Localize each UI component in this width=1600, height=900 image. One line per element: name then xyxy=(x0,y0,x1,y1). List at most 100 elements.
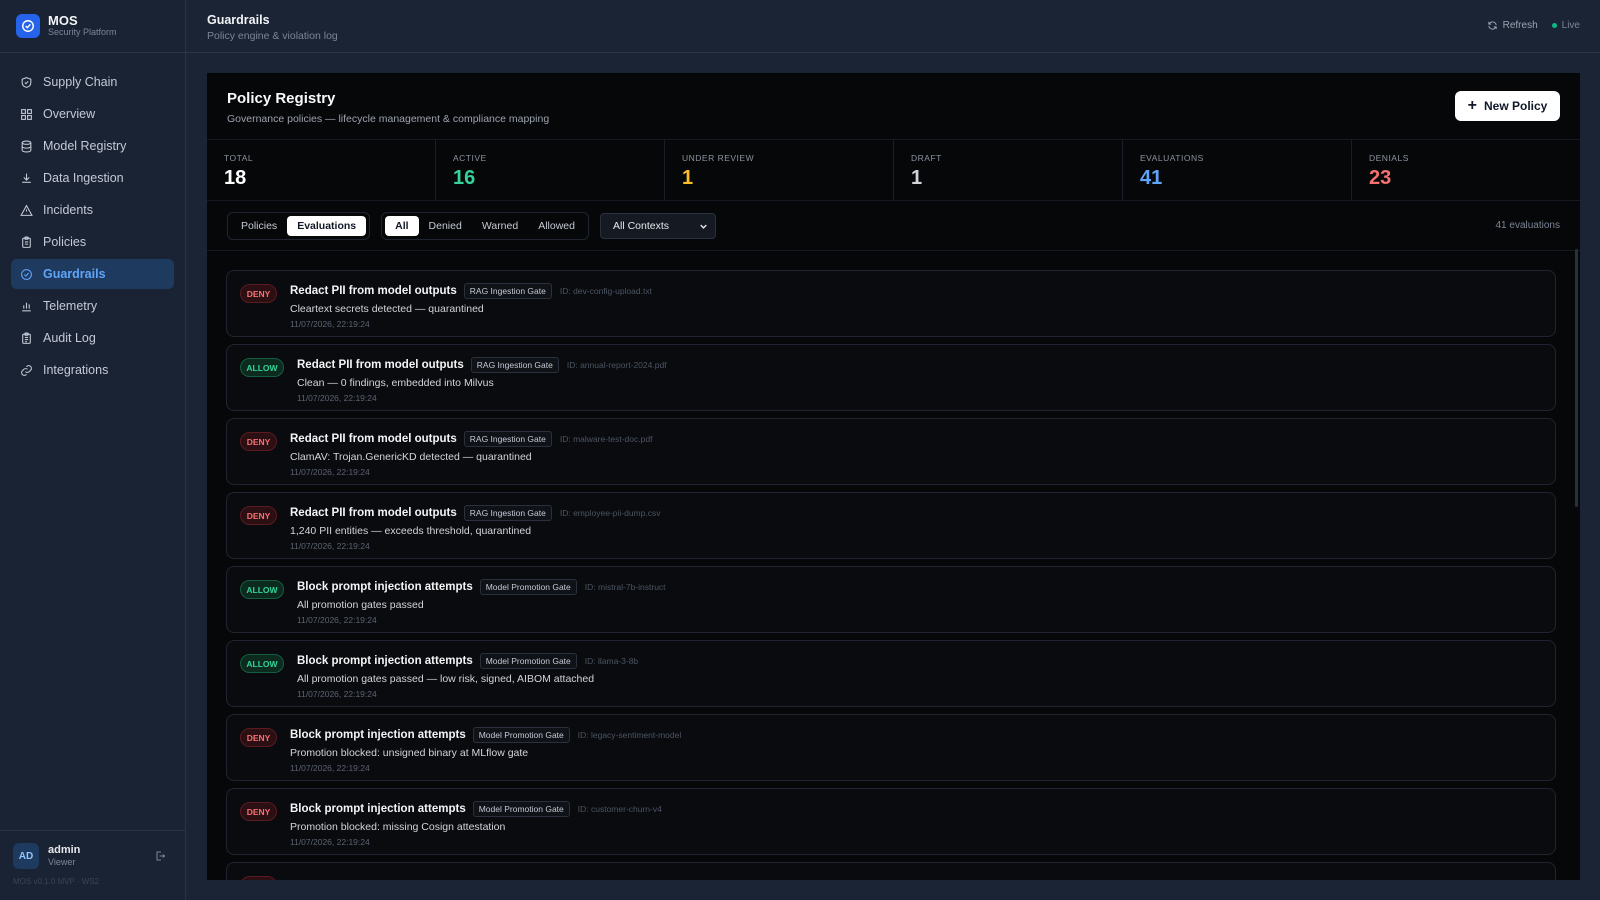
sidebar-item-label: Audit Log xyxy=(43,331,96,345)
stat-label: EVALUATIONS xyxy=(1140,153,1204,163)
alert-triangle-icon xyxy=(20,204,33,216)
evaluation-timestamp: 11/07/2026, 22:19:24 xyxy=(290,763,370,773)
sidebar: MOS Security Platform Supply Chain Overv… xyxy=(0,0,186,900)
stat-label: ACTIVE xyxy=(453,153,487,163)
stat-value: 1 xyxy=(911,167,923,189)
stat-value: 18 xyxy=(224,167,247,189)
evaluation-card[interactable]: ALLOW Redact PII from model outputs RAG In… xyxy=(226,344,1556,411)
gate-tag: RAG Ingestion Gate xyxy=(470,357,559,373)
evaluation-timestamp: 11/07/2026, 22:19:24 xyxy=(290,541,370,551)
evaluation-count: 41 evaluations xyxy=(1495,220,1561,231)
stats-row: TOTAL 18 ACTIVE 16 UNDER REVIEW 1 DRAFT 1 EVALUA… xyxy=(207,139,1580,201)
refresh-button[interactable]: Refresh xyxy=(1487,20,1538,31)
view-tabs: Policies Evaluations xyxy=(227,211,371,240)
evaluation-timestamp: 11/07/2026, 22:19:24 xyxy=(297,615,377,625)
shield-icon xyxy=(21,76,32,88)
decision-badge: ALLOW xyxy=(240,580,284,599)
user-name: admin xyxy=(48,844,81,856)
gate-tag: RAG Ingestion Gate xyxy=(463,283,552,299)
decision-badge: DENY xyxy=(240,802,277,821)
evaluation-card[interactable]: DENY Block prompt injection attempts Model… xyxy=(226,714,1556,781)
page-title: Guardrails xyxy=(207,13,270,27)
sidebar-item-label: Telemetry xyxy=(43,299,98,313)
context-select[interactable]: All Contexts xyxy=(600,212,716,239)
toolbar: Policies Evaluations All Denied Warned A… xyxy=(207,201,1580,251)
gate-tag: Model Promotion Gate xyxy=(472,801,570,817)
bar-chart-icon xyxy=(22,302,31,311)
evaluation-card[interactable]: DENY Block prompt injection attempts Model… xyxy=(226,788,1556,855)
evaluation-card[interactable]: ALLOW Block prompt injection attempts Mode… xyxy=(226,640,1556,707)
stat-label: TOTAL xyxy=(224,153,254,163)
evaluation-list: DENY Redact PII from model outputs RAG Ing… xyxy=(207,251,1580,880)
page-header: Guardrails Policy engine & violation log… xyxy=(186,0,1600,53)
sidebar-item-integrations[interactable]: Integrations xyxy=(11,355,174,385)
sidebar-item-label: Supply Chain xyxy=(43,75,118,89)
app-name: MOS xyxy=(48,13,78,28)
evaluation-card[interactable]: ALLOW Block prompt injection attempts Mode… xyxy=(226,566,1556,633)
evaluation-card[interactable]: DENY xyxy=(226,862,1556,880)
evaluation-message: Cleartext secrets detected — quarantined xyxy=(290,303,484,315)
decision-badge: DENY xyxy=(240,506,277,525)
stat-denials: DENIALS 23 xyxy=(1352,140,1580,200)
filter-all[interactable]: All xyxy=(385,215,419,236)
evaluation-card[interactable]: DENY Redact PII from model outputs RAG Ing… xyxy=(226,492,1556,559)
stat-under-review: UNDER REVIEW 1 xyxy=(665,140,894,200)
decision-filter: All Denied Warned Allowed xyxy=(381,211,589,240)
sidebar-item-data-ingestion[interactable]: Data Ingestion xyxy=(11,163,174,193)
stat-draft: DRAFT 1 xyxy=(894,140,1123,200)
resource-id: ID: customer-churn-v4 xyxy=(577,804,662,814)
sidebar-item-label: Overview xyxy=(43,107,96,121)
resource-id: ID: legacy-sentiment-model xyxy=(577,730,682,740)
resource-id: ID: mistral-7b-instruct xyxy=(584,582,666,592)
stat-active: ACTIVE 16 xyxy=(436,140,665,200)
live-indicator: Live xyxy=(1551,20,1580,31)
resource-id: ID: llama-3-8b xyxy=(584,656,639,666)
refresh-icon xyxy=(1487,21,1497,30)
panel-subtitle: Governance policies — lifecycle manageme… xyxy=(227,113,550,125)
resource-id: ID: employee-pii-dump.csv xyxy=(559,508,661,518)
sidebar-item-incidents[interactable]: Incidents xyxy=(11,195,174,225)
avatar[interactable]: AD xyxy=(13,843,39,869)
app-version: MOS v0.1.0 MVP · WS2 xyxy=(13,877,100,886)
sidebar-item-label: Integrations xyxy=(43,363,109,377)
policy-name: Block prompt injection attempts xyxy=(297,581,473,593)
sidebar-item-supply-chain[interactable]: Supply Chain xyxy=(11,67,174,97)
stat-label: DENIALS xyxy=(1369,153,1409,163)
live-dot-icon xyxy=(1551,23,1557,28)
refresh-label: Refresh xyxy=(1502,20,1538,31)
brand: MOS Security Platform xyxy=(0,0,185,53)
filter-warned[interactable]: Warned xyxy=(472,216,528,236)
evaluation-timestamp: 11/07/2026, 22:19:24 xyxy=(290,467,370,477)
evaluation-message: Promotion blocked: missing Cosign attest… xyxy=(290,821,506,833)
panel-title: Policy Registry xyxy=(227,90,336,107)
scrollbar[interactable] xyxy=(1575,249,1578,507)
new-policy-button[interactable]: + New Policy xyxy=(1455,91,1560,121)
sidebar-item-telemetry[interactable]: Telemetry xyxy=(11,291,174,321)
sidebar-item-policies[interactable]: Policies xyxy=(11,227,174,257)
decision-badge: ALLOW xyxy=(240,654,284,673)
grid-icon xyxy=(21,108,32,120)
tab-policies[interactable]: Policies xyxy=(231,216,287,236)
filter-denied[interactable]: Denied xyxy=(419,216,472,236)
sidebar-item-audit-log[interactable]: Audit Log xyxy=(11,323,174,353)
evaluation-card[interactable]: DENY Redact PII from model outputs RAG Ing… xyxy=(226,418,1556,485)
tab-evaluations[interactable]: Evaluations xyxy=(287,215,367,236)
evaluation-timestamp: 11/07/2026, 22:19:24 xyxy=(290,319,370,329)
evaluation-card[interactable]: DENY Redact PII from model outputs RAG Ing… xyxy=(226,270,1556,337)
sidebar-item-overview[interactable]: Overview xyxy=(11,99,174,129)
stat-value: 23 xyxy=(1369,167,1392,189)
shield-check-icon xyxy=(21,268,32,280)
evaluation-message: All promotion gates passed xyxy=(297,599,424,611)
policy-name: Block prompt injection attempts xyxy=(290,729,466,741)
sidebar-item-model-registry[interactable]: Model Registry xyxy=(11,131,174,161)
gate-tag: Model Promotion Gate xyxy=(472,727,570,743)
policy-name: Block prompt injection attempts xyxy=(297,655,473,667)
sidebar-item-label: Data Ingestion xyxy=(43,171,124,185)
logout-icon[interactable] xyxy=(154,850,166,862)
user-role: Viewer xyxy=(48,857,76,867)
filter-allowed[interactable]: Allowed xyxy=(528,216,585,236)
stat-label: DRAFT xyxy=(911,153,942,163)
user-panel: AD admin Viewer MOS v0.1.0 MVP · WS2 xyxy=(0,830,186,900)
new-policy-label: New Policy xyxy=(1483,99,1548,113)
sidebar-item-guardrails[interactable]: Guardrails xyxy=(11,259,174,289)
